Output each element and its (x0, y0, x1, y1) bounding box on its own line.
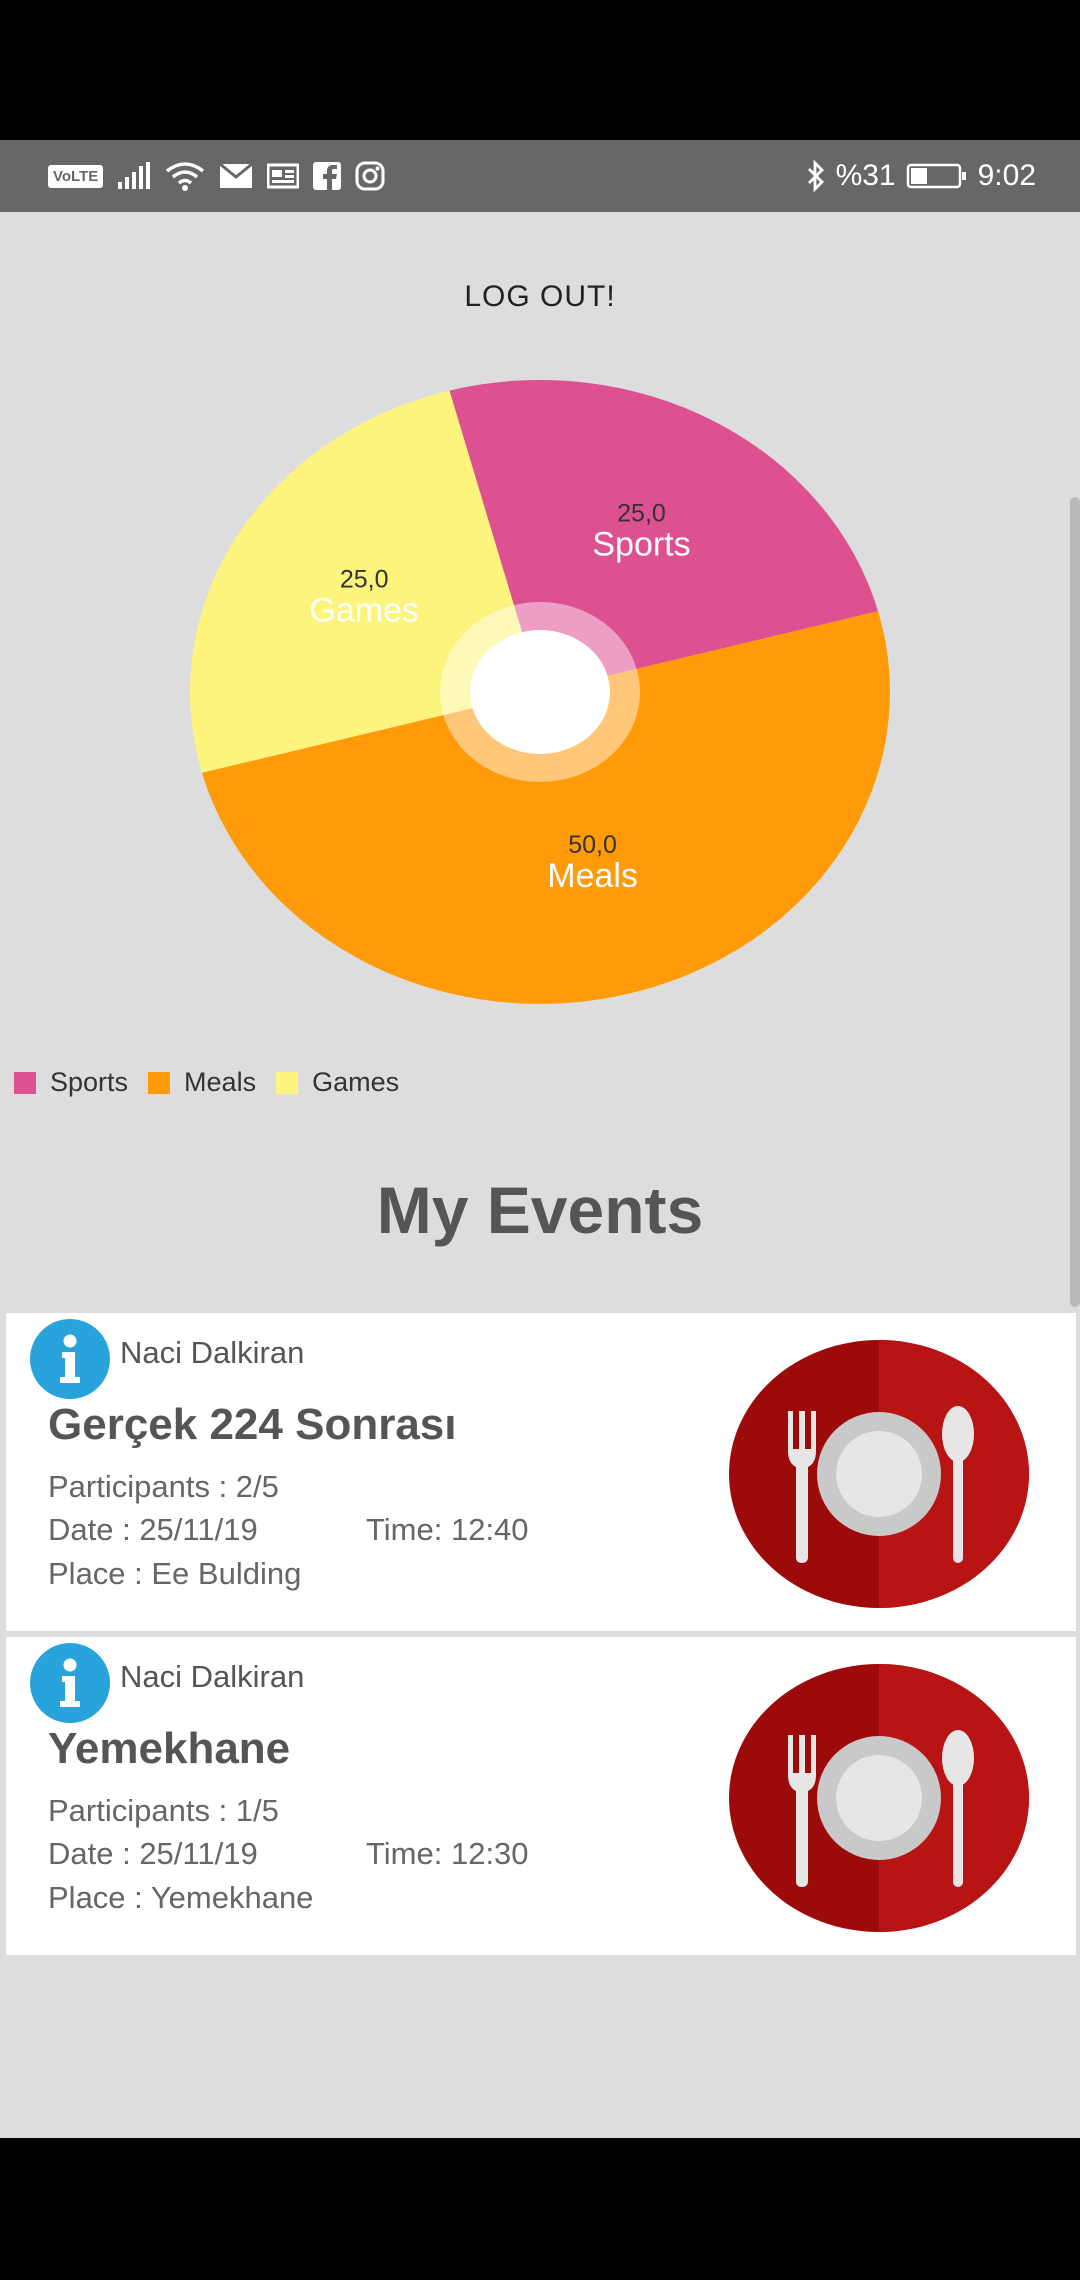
event-card[interactable]: Naci Dalkiran Gerçek 224 Sonrası Partici… (6, 1313, 1076, 1631)
event-participants: Participants : 1/5 (48, 1793, 279, 1828)
legend-swatch-games (276, 1071, 299, 1094)
slice-value-label: 25,0 (617, 499, 666, 527)
app-screen: LOG OUT! 25,0 Sports 50,0 Meals 25,0 Games Sp… (0, 212, 1080, 2138)
legend-entry-sports: Sports (14, 1067, 128, 1098)
signal-icon (117, 162, 151, 190)
legend-entry-games: Games (276, 1067, 399, 1098)
wifi-icon (165, 161, 205, 191)
slice-value-label: 25,0 (340, 566, 389, 594)
event-title: Yemekhane (48, 1724, 291, 1773)
legend-label-meals: Meals (184, 1067, 257, 1097)
event-time: Time: 12:40 (366, 1512, 529, 1547)
volte-icon: VoLTE (48, 164, 104, 188)
event-date: Date : 25/11/19 (48, 1836, 258, 1871)
status-bar: VoLTE %31 9:02 (0, 140, 1080, 212)
battery-icon (906, 162, 968, 190)
clock: 9:02 (977, 159, 1036, 192)
legend-entry-meals: Meals (148, 1067, 256, 1098)
event-card[interactable]: Naci Dalkiran Yemekhane Participants : 1… (6, 1637, 1076, 1955)
meal-plate-icon (728, 1339, 1030, 1614)
event-title: Gerçek 224 Sonrası (48, 1400, 457, 1449)
facebook-icon (313, 162, 342, 190)
event-participants: Participants : 2/5 (48, 1469, 279, 1504)
event-date: Date : 25/11/19 (48, 1512, 258, 1547)
info-icon[interactable] (28, 1641, 112, 1730)
event-organizer: Naci Dalkiran (120, 1335, 305, 1370)
event-organizer: Naci Dalkiran (120, 1659, 305, 1694)
event-time: Time: 12:30 (366, 1836, 529, 1871)
legend-label-games: Games (312, 1067, 400, 1097)
event-place: Place : Yemekhane (48, 1880, 314, 1915)
legend-label-sports: Sports (50, 1067, 129, 1097)
event-place: Place : Ee Bulding (48, 1556, 302, 1591)
meal-plate-icon (728, 1663, 1030, 1938)
bluetooth-icon (806, 160, 826, 192)
legend-swatch-meals (148, 1071, 171, 1094)
chart-legend: Sports Meals Games (14, 1067, 405, 1098)
legend-swatch-sports (14, 1071, 36, 1094)
battery-percent: %31 (835, 159, 896, 192)
page-title: My Events (376, 1173, 704, 1247)
mail-icon (219, 163, 254, 189)
instagram-icon (355, 161, 385, 191)
slice-name-label: Games (309, 592, 419, 630)
info-icon[interactable] (28, 1317, 112, 1406)
slice-name-label: Sports (592, 525, 690, 563)
donut-hole (470, 630, 610, 754)
news-icon (267, 163, 300, 189)
slice-name-label: Meals (547, 857, 638, 895)
pie-chart: 25,0Sports50,0Meals25,0Games (190, 380, 890, 1004)
slice-value-label: 50,0 (568, 831, 617, 859)
